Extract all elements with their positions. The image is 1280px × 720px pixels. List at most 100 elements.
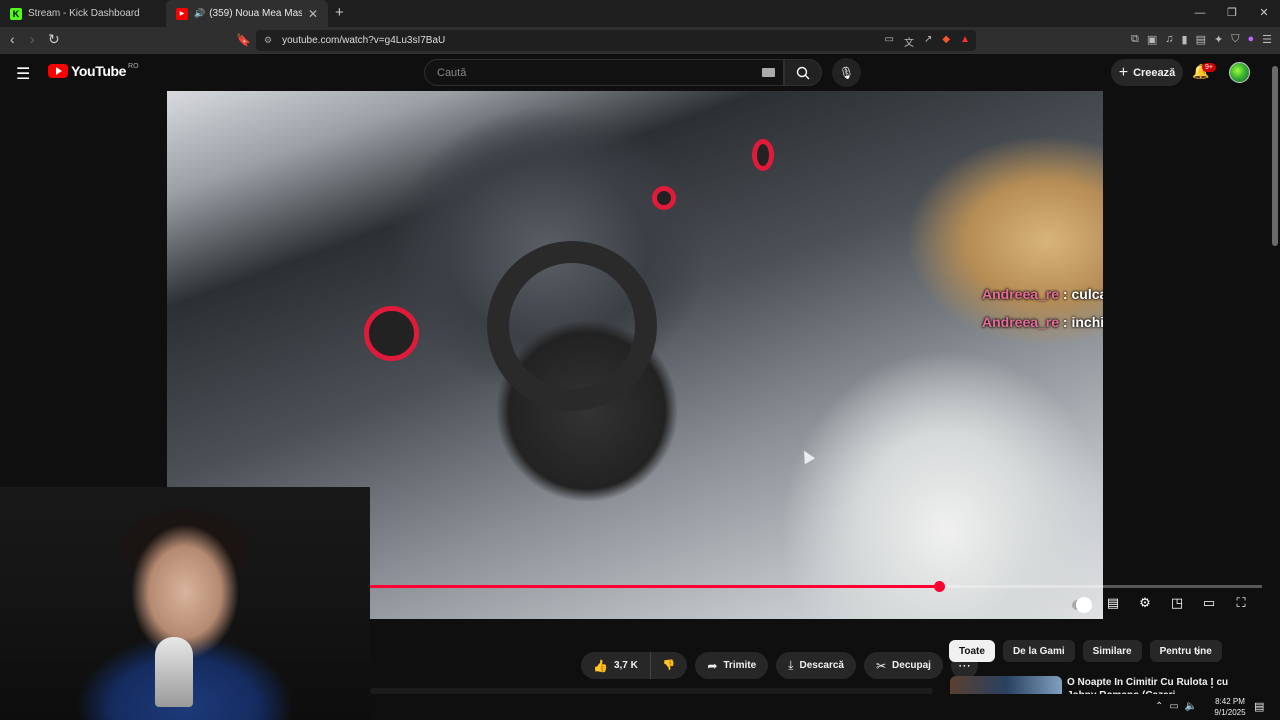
system-clock[interactable]: 8:42 PM 9/1/2025 (1205, 696, 1255, 718)
chip-from-channel[interactable]: De la Gami (1002, 640, 1075, 662)
chat-username: Andreea_re (982, 286, 1060, 302)
search-input[interactable] (437, 66, 757, 79)
progress-fill (370, 585, 940, 588)
restore-icon[interactable]: ❐ (1216, 0, 1248, 27)
audio-playing-icon[interactable]: 🔊 (194, 8, 205, 19)
sidebar-icon[interactable]: ▮ (1182, 33, 1188, 46)
media-icon[interactable]: ♫ (1165, 33, 1173, 46)
window-controls: — ❐ ✕ (1184, 0, 1280, 27)
car-air-vent (652, 186, 676, 210)
avatar[interactable] (1229, 62, 1250, 83)
screenshot-icon[interactable]: ▣ (1147, 33, 1157, 46)
plus-icon: + (1118, 63, 1129, 81)
download-icon: ⤓ (788, 658, 794, 672)
tab-youtube-video[interactable]: ▶ 🔊 (359) Noua Mea Masina - BM ✕ (166, 0, 328, 27)
youtube-play-icon (48, 64, 68, 78)
browser-toolbar: ‹ › ↻ 🔖 ⚙ youtube.com/watch?v=g4Lu3sI7Ba… (0, 27, 1280, 54)
autoplay-toggle[interactable] (1072, 594, 1092, 613)
download-button[interactable]: ⤓ Descarcă (776, 652, 856, 679)
system-tray: ⌃ ▭ 🔈 8:42 PM 9/1/2025 ▤ (950, 694, 1280, 720)
clock-time: 8:42 PM (1215, 697, 1245, 706)
youtube-logo[interactable]: YouTube RO (48, 63, 139, 79)
chat-overlay-message: Andreea_re : inchide (982, 314, 1103, 330)
more-vertical-icon[interactable]: ⋮ (1206, 676, 1218, 690)
create-button[interactable]: + Creează (1111, 59, 1183, 86)
chat-text: : inchide (1062, 314, 1103, 330)
notification-center-icon[interactable]: ▤ (1254, 700, 1264, 713)
clip-button[interactable]: ✂ Decupaj (863, 652, 943, 679)
like-count: 3,7 K (613, 660, 638, 671)
share-icon[interactable]: ↗ (924, 34, 932, 49)
recommendation-filter-chips: Toate De la Gami Similare Pentru tine (949, 640, 1222, 662)
tab-kick-dashboard[interactable]: K Stream - Kick Dashboard (0, 0, 165, 27)
chat-username: Andreea_re (982, 314, 1060, 330)
car-air-vent (364, 306, 419, 361)
search-box (424, 59, 784, 86)
fullscreen-icon[interactable]: ⛶ (1232, 594, 1250, 612)
page-scrollbar[interactable] (1270, 54, 1280, 694)
video-actions: 👍 3,7 K 👎 ➦ Trimite ⤓ Descarcă ✂ Decupaj… (581, 652, 978, 679)
bookmark-icon[interactable]: 🔖 (236, 33, 251, 47)
chevron-right-icon[interactable]: › (1196, 644, 1200, 659)
close-window-icon[interactable]: ✕ (1248, 0, 1280, 27)
youtube-header: ☰ YouTube RO 🎙 + Creează 🔔 9+ (0, 54, 1280, 91)
subtitles-icon[interactable]: ▤ (1104, 594, 1122, 612)
vpn-icon[interactable]: ⛉ (1231, 33, 1239, 46)
back-icon[interactable]: ‹ (10, 31, 15, 47)
volume-icon[interactable]: 🔈 (1185, 701, 1197, 712)
profile-icon[interactable]: ● (1247, 33, 1254, 46)
forward-icon[interactable]: › (30, 31, 35, 47)
address-bar-actions: ▭ 文 ↗ ◆ ▲ (885, 34, 970, 49)
description-collapsed[interactable] (370, 688, 933, 694)
voice-search-button[interactable]: 🎙 (832, 58, 861, 87)
chip-for-you[interactable]: Pentru tine (1149, 640, 1222, 662)
brave-rewards-icon[interactable]: ▲ (960, 34, 970, 49)
thumbs-down-icon: 👎 (662, 660, 676, 671)
search-button[interactable] (784, 59, 822, 86)
like-button[interactable]: 👍 3,7 K (581, 652, 651, 679)
brave-shields-icon[interactable]: ◆ (942, 34, 950, 49)
chat-overlay-message: Andreea_re : culca te (982, 286, 1103, 302)
share-label: Trimite (723, 660, 757, 671)
leo-icon[interactable]: ✦ (1214, 33, 1223, 46)
site-info-icon[interactable]: ⚙ (264, 35, 272, 46)
extensions-icon[interactable]: ⧉ (1131, 33, 1139, 46)
translate-icon[interactable]: 文 (904, 34, 914, 49)
miniplayer-icon[interactable]: ◳ (1168, 594, 1186, 612)
webcam-overlay (0, 487, 370, 720)
search-icon (796, 66, 810, 79)
youtube-icon: ▶ (176, 7, 188, 20)
tab-title: Stream - Kick Dashboard (28, 8, 140, 19)
create-label: Creează (1133, 66, 1176, 79)
thumbs-up-icon: 👍 (593, 658, 608, 673)
chevron-up-icon[interactable]: ⌃ (1155, 701, 1163, 712)
logo-text: YouTube (71, 63, 127, 79)
chip-related[interactable]: Similare (1082, 640, 1142, 662)
notification-badge: 9+ (1202, 63, 1216, 72)
new-tab-button[interactable]: + (335, 4, 344, 21)
dislike-button[interactable]: 👎 (650, 652, 688, 679)
kick-icon: K (10, 7, 22, 20)
close-tab-icon[interactable]: ✕ (308, 7, 318, 21)
tray-icons: ⌃ ▭ 🔈 (1155, 701, 1197, 712)
hamburger-menu-icon[interactable]: ☰ (16, 64, 30, 84)
clip-label: Decupaj (892, 660, 931, 671)
theater-mode-icon[interactable]: ▭ (1200, 594, 1218, 612)
settings-gear-icon[interactable]: ⚙ (1136, 594, 1154, 612)
download-label: Descarcă (799, 660, 844, 671)
browser-menu-icon[interactable]: ☰ (1262, 33, 1272, 46)
cast-icon[interactable]: ▭ (885, 34, 894, 49)
country-code: RO (128, 62, 139, 70)
minimize-icon[interactable]: — (1184, 0, 1216, 27)
reload-icon[interactable]: ↻ (48, 31, 60, 48)
network-icon[interactable]: ▭ (1169, 701, 1178, 712)
video-progress-bar[interactable] (370, 581, 1262, 592)
scrollbar-thumb[interactable] (1272, 66, 1278, 246)
wallet-icon[interactable]: ▤ (1196, 33, 1206, 46)
chip-all[interactable]: Toate (949, 640, 995, 662)
streamer-microphone (155, 637, 193, 707)
keyboard-icon[interactable] (762, 68, 775, 77)
share-button[interactable]: ➦ Trimite (695, 652, 769, 679)
steering-wheel (487, 241, 657, 411)
address-bar[interactable]: ⚙ youtube.com/watch?v=g4Lu3sI7BaU (256, 30, 976, 51)
